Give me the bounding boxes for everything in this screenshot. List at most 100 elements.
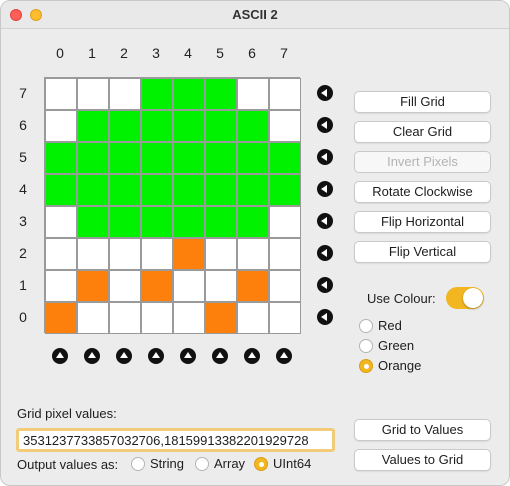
output-option-uint64[interactable]: UInt64 bbox=[254, 456, 311, 471]
clear-grid-button[interactable]: Clear Grid bbox=[354, 121, 491, 143]
shift-row-7-left-button[interactable] bbox=[317, 85, 333, 101]
grid-values-input[interactable] bbox=[16, 428, 335, 452]
row-label-6: 6 bbox=[19, 117, 27, 133]
pixel-cell[interactable] bbox=[109, 78, 141, 110]
shift-column-3-up-button[interactable] bbox=[148, 348, 164, 364]
pixel-cell[interactable] bbox=[237, 110, 269, 142]
pixel-cell[interactable] bbox=[205, 206, 237, 238]
pixel-cell[interactable] bbox=[77, 174, 109, 206]
pixel-cell[interactable] bbox=[109, 142, 141, 174]
pixel-cell[interactable] bbox=[45, 174, 77, 206]
arrow-left-icon bbox=[321, 281, 327, 289]
pixel-cell[interactable] bbox=[205, 142, 237, 174]
pixel-cell[interactable] bbox=[237, 302, 269, 334]
pixel-cell[interactable] bbox=[237, 78, 269, 110]
colour-option-red[interactable]: Red bbox=[359, 318, 402, 333]
pixel-cell[interactable] bbox=[77, 142, 109, 174]
pixel-cell[interactable] bbox=[173, 174, 205, 206]
shift-column-7-up-button[interactable] bbox=[276, 348, 292, 364]
output-option-array[interactable]: Array bbox=[195, 456, 245, 471]
pixel-cell[interactable] bbox=[237, 174, 269, 206]
pixel-cell[interactable] bbox=[77, 270, 109, 302]
fill-grid-button[interactable]: Fill Grid bbox=[354, 91, 491, 113]
shift-row-0-left-button[interactable] bbox=[317, 309, 333, 325]
use-colour-toggle[interactable] bbox=[446, 287, 484, 309]
pixel-cell[interactable] bbox=[173, 142, 205, 174]
pixel-cell[interactable] bbox=[141, 270, 173, 302]
pixel-cell[interactable] bbox=[109, 110, 141, 142]
pixel-cell[interactable] bbox=[45, 238, 77, 270]
pixel-cell[interactable] bbox=[269, 142, 301, 174]
shift-column-6-up-button[interactable] bbox=[244, 348, 260, 364]
shift-row-3-left-button[interactable] bbox=[317, 213, 333, 229]
pixel-cell[interactable] bbox=[205, 110, 237, 142]
pixel-cell[interactable] bbox=[141, 78, 173, 110]
shift-row-1-left-button[interactable] bbox=[317, 277, 333, 293]
grid-to-values-button[interactable]: Grid to Values bbox=[354, 419, 491, 441]
pixel-cell[interactable] bbox=[269, 174, 301, 206]
pixel-cell[interactable] bbox=[237, 206, 269, 238]
pixel-cell[interactable] bbox=[77, 206, 109, 238]
flip-horizontal-button[interactable]: Flip Horizontal bbox=[354, 211, 491, 233]
flip-vertical-button[interactable]: Flip Vertical bbox=[354, 241, 491, 263]
pixel-cell[interactable] bbox=[269, 302, 301, 334]
pixel-cell[interactable] bbox=[141, 302, 173, 334]
pixel-cell[interactable] bbox=[269, 78, 301, 110]
pixel-cell[interactable] bbox=[109, 270, 141, 302]
pixel-cell[interactable] bbox=[141, 206, 173, 238]
pixel-cell[interactable] bbox=[205, 174, 237, 206]
arrow-left-icon bbox=[321, 153, 327, 161]
pixel-cell[interactable] bbox=[77, 78, 109, 110]
pixel-cell[interactable] bbox=[237, 142, 269, 174]
shift-row-4-left-button[interactable] bbox=[317, 181, 333, 197]
pixel-cell[interactable] bbox=[45, 270, 77, 302]
shift-column-0-up-button[interactable] bbox=[52, 348, 68, 364]
pixel-cell[interactable] bbox=[45, 142, 77, 174]
pixel-cell[interactable] bbox=[45, 110, 77, 142]
pixel-cell[interactable] bbox=[269, 110, 301, 142]
pixel-cell[interactable] bbox=[205, 78, 237, 110]
column-label-5: 5 bbox=[216, 45, 224, 61]
pixel-cell[interactable] bbox=[173, 302, 205, 334]
pixel-cell[interactable] bbox=[45, 78, 77, 110]
shift-row-2-left-button[interactable] bbox=[317, 245, 333, 261]
pixel-cell[interactable] bbox=[205, 238, 237, 270]
pixel-cell[interactable] bbox=[141, 110, 173, 142]
pixel-cell[interactable] bbox=[173, 110, 205, 142]
pixel-cell[interactable] bbox=[109, 238, 141, 270]
pixel-cell[interactable] bbox=[269, 238, 301, 270]
pixel-cell[interactable] bbox=[269, 270, 301, 302]
shift-column-4-up-button[interactable] bbox=[180, 348, 196, 364]
pixel-cell[interactable] bbox=[45, 206, 77, 238]
pixel-cell[interactable] bbox=[77, 302, 109, 334]
pixel-cell[interactable] bbox=[77, 110, 109, 142]
rotate-clockwise-button[interactable]: Rotate Clockwise bbox=[354, 181, 491, 203]
colour-option-green[interactable]: Green bbox=[359, 338, 414, 353]
pixel-cell[interactable] bbox=[109, 206, 141, 238]
pixel-cell[interactable] bbox=[205, 270, 237, 302]
pixel-cell[interactable] bbox=[173, 78, 205, 110]
pixel-cell[interactable] bbox=[237, 270, 269, 302]
pixel-cell[interactable] bbox=[269, 206, 301, 238]
pixel-cell[interactable] bbox=[109, 302, 141, 334]
shift-column-2-up-button[interactable] bbox=[116, 348, 132, 364]
output-option-string[interactable]: String bbox=[131, 456, 184, 471]
colour-option-orange[interactable]: Orange bbox=[359, 358, 421, 373]
shift-column-5-up-button[interactable] bbox=[212, 348, 228, 364]
shift-row-5-left-button[interactable] bbox=[317, 149, 333, 165]
pixel-cell[interactable] bbox=[141, 238, 173, 270]
pixel-cell[interactable] bbox=[173, 238, 205, 270]
arrow-up-icon bbox=[216, 352, 224, 358]
pixel-cell[interactable] bbox=[173, 270, 205, 302]
shift-column-1-up-button[interactable] bbox=[84, 348, 100, 364]
pixel-cell[interactable] bbox=[173, 206, 205, 238]
shift-row-6-left-button[interactable] bbox=[317, 117, 333, 133]
pixel-cell[interactable] bbox=[205, 302, 237, 334]
pixel-cell[interactable] bbox=[109, 174, 141, 206]
pixel-cell[interactable] bbox=[141, 174, 173, 206]
pixel-cell[interactable] bbox=[45, 302, 77, 334]
pixel-cell[interactable] bbox=[77, 238, 109, 270]
pixel-cell[interactable] bbox=[237, 238, 269, 270]
pixel-cell[interactable] bbox=[141, 142, 173, 174]
values-to-grid-button[interactable]: Values to Grid bbox=[354, 449, 491, 471]
